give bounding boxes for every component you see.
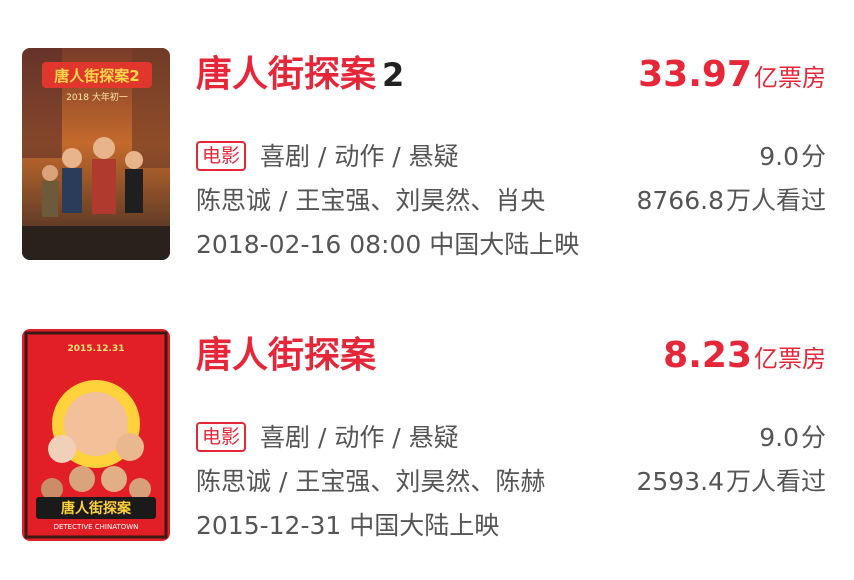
poster-english-title: DETECTIVE CHINATOWN (54, 523, 139, 531)
rating: 9.0分 (759, 416, 826, 460)
genre-row: 电影 喜剧 / 动作 / 悬疑 9.0分 (196, 416, 826, 460)
box-office-value: 33.97 (638, 54, 752, 95)
movie-poster-image[interactable]: 2015.12.31 唐人街探案 DETECTIVE CHINATOWN (22, 329, 170, 541)
viewer-count: 8766.8万人看过 (637, 179, 827, 223)
box-office: 33.97亿票房 (638, 45, 826, 105)
poster-title-text: 唐人街探案 (61, 500, 132, 517)
poster-art: 唐人街探案2 2018 大年初一 (22, 48, 170, 260)
viewer-count-value: 2593.4 (636, 467, 724, 496)
rating-value: 9.0 (759, 423, 799, 452)
poster-subtitle-text: 2018 大年初一 (66, 91, 128, 103)
release-text: 2018-02-16 08:00 中国大陆上映 (196, 230, 580, 259)
movie-title[interactable]: 唐人街探案 2 (196, 45, 404, 105)
release-text: 2015-12-31 中国大陆上映 (196, 511, 500, 540)
movie-title-text[interactable]: 唐人街探案 (196, 54, 376, 95)
genre-text: 喜剧 / 动作 / 悬疑 (260, 142, 459, 171)
box-office-unit: 亿票房 (754, 345, 826, 373)
movie-title-suffix: 2 (382, 56, 405, 94)
viewer-count: 2593.4万人看过 (637, 460, 827, 504)
movie-title-text[interactable]: 唐人街探案 (196, 335, 376, 376)
movie-poster-image[interactable]: 唐人街探案2 2018 大年初一 (22, 48, 170, 260)
poster-date-text: 2015.12.31 (68, 344, 125, 354)
rating-value: 9.0 (759, 142, 799, 171)
poster-title-text: 唐人街探案2 (54, 67, 139, 85)
rating-unit: 分 (800, 142, 826, 171)
movie-title[interactable]: 唐人街探案 (196, 326, 382, 386)
release-row: 2018-02-16 08:00 中国大陆上映 (196, 223, 826, 267)
genre-text: 喜剧 / 动作 / 悬疑 (260, 423, 459, 452)
cast-row: 陈思诚 / 王宝强、刘昊然、陈赫 2593.4万人看过 (196, 460, 826, 504)
movie-type-badge: 电影 (196, 141, 247, 171)
genre-row: 电影 喜剧 / 动作 / 悬疑 9.0分 (196, 135, 826, 179)
cast-text: 陈思诚 / 王宝强、刘昊然、肖央 (196, 186, 546, 215)
box-office-unit: 亿票房 (754, 64, 826, 92)
box-office: 8.23亿票房 (663, 326, 826, 386)
movie-type-badge: 电影 (196, 422, 247, 452)
release-row: 2015-12-31 中国大陆上映 (196, 504, 826, 548)
poster-art: 2015.12.31 唐人街探案 DETECTIVE CHINATOWN (22, 329, 170, 541)
cast-text: 陈思诚 / 王宝强、刘昊然、陈赫 (196, 467, 546, 496)
viewer-count-unit: 万人看过 (725, 186, 826, 215)
movie-card[interactable]: 2015.12.31 唐人街探案 DETECTIVE CHINATOWN 唐人街… (0, 316, 854, 546)
cast-row: 陈思诚 / 王宝强、刘昊然、肖央 8766.8万人看过 (196, 179, 826, 223)
viewer-count-value: 8766.8 (636, 186, 724, 215)
rating: 9.0分 (759, 135, 826, 179)
box-office-value: 8.23 (663, 335, 752, 376)
viewer-count-unit: 万人看过 (725, 467, 826, 496)
rating-unit: 分 (800, 423, 826, 452)
movie-card[interactable]: 唐人街探案2 2018 大年初一 唐人街探案 2 33.97亿票房 电影 喜剧 / … (0, 35, 854, 265)
